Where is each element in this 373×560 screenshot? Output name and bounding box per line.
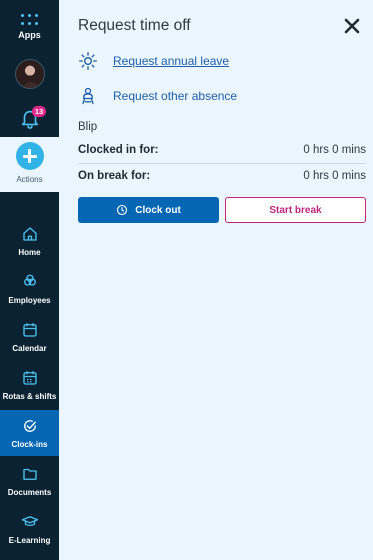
rota-icon <box>22 371 37 385</box>
clock-icon <box>117 204 128 216</box>
folder-icon <box>22 468 37 480</box>
sidebar-item-label: Rotas & shifts <box>2 392 57 401</box>
clock-in-icon <box>23 420 36 432</box>
on-break-label: On break for: <box>78 170 151 182</box>
sidebar-item-employees[interactable]: Employees <box>0 266 59 312</box>
clock-out-label: Clock out <box>135 204 181 216</box>
employees-icon <box>23 274 36 286</box>
sidebar-item-label: Documents <box>7 488 52 497</box>
sidebar-item-label: Home <box>18 248 41 257</box>
sidebar-item-label: Calendar <box>12 344 47 353</box>
clock-out-button[interactable]: Clock out <box>78 197 219 223</box>
sidebar-item-home[interactable]: Home <box>0 218 59 264</box>
person-chair-icon <box>82 87 94 105</box>
start-break-button[interactable]: Start break <box>225 197 366 223</box>
actions-label: Actions <box>16 175 43 184</box>
time-off-panel: Request time off Request annual leave Re… <box>59 0 373 560</box>
panel-title: Request time off <box>78 17 191 34</box>
apps-button[interactable]: Apps <box>0 10 59 40</box>
sidebar-item-rotas-shifts[interactable]: Rotas & shifts <box>0 362 59 408</box>
site-name: Blip <box>78 121 98 133</box>
apps-label: Apps <box>18 30 41 40</box>
plus-icon <box>15 142 44 170</box>
sidebar-item-calendar[interactable]: Calendar <box>0 314 59 360</box>
request-annual-leave-link[interactable]: Request annual leave <box>113 54 229 68</box>
clocked-in-label: Clocked in for: <box>78 144 159 156</box>
start-break-label: Start break <box>269 204 322 216</box>
apps-grid-icon <box>21 14 38 26</box>
home-icon <box>22 227 37 241</box>
request-other-absence-row[interactable]: Request other absence <box>78 85 237 107</box>
sidebar-item-e-learning[interactable]: E-Learning <box>0 506 59 552</box>
request-annual-leave-row[interactable]: Request annual leave <box>78 50 229 72</box>
sidebar-item-label: Clock-ins <box>11 440 48 449</box>
sun-icon <box>79 52 98 71</box>
on-break-value: 0 hrs 0 mins <box>303 170 366 182</box>
user-avatar[interactable] <box>15 59 45 89</box>
close-icon[interactable] <box>343 17 361 35</box>
sidebar-item-label: E-Learning <box>8 536 51 545</box>
sidebar-item-clock-ins[interactable]: Clock-ins <box>0 410 59 456</box>
divider <box>78 163 366 164</box>
calendar-icon <box>22 323 37 337</box>
sidebar-item-documents[interactable]: Documents <box>0 458 59 504</box>
notifications-count-badge: 13 <box>32 106 46 117</box>
request-other-absence-link[interactable]: Request other absence <box>113 89 237 103</box>
graduation-cap-icon <box>21 516 38 527</box>
sidebar-nav: Apps 13 Actions Home Employees Calendar … <box>0 0 59 560</box>
sidebar-item-label: Employees <box>8 296 51 305</box>
clocked-in-value: 0 hrs 0 mins <box>303 144 366 156</box>
actions-button[interactable]: Actions <box>0 137 59 192</box>
